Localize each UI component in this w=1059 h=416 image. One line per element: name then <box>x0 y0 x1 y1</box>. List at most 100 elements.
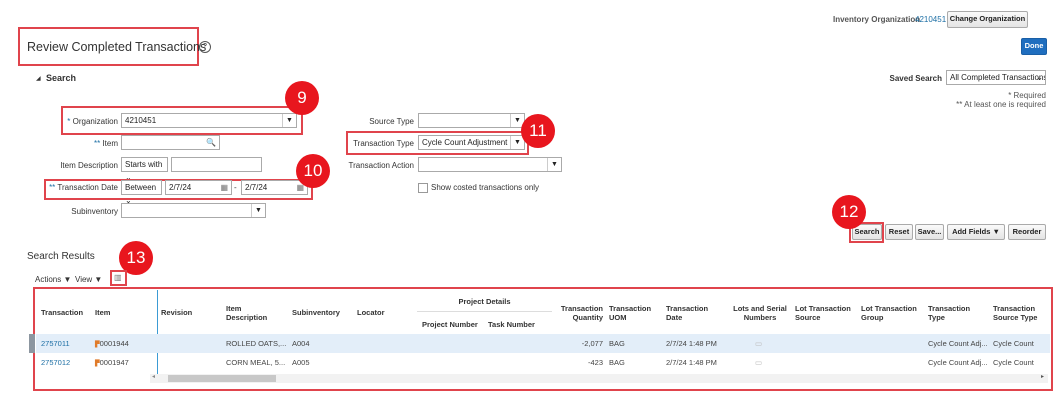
search-results-title: Search Results <box>27 251 95 262</box>
frozen-column-divider <box>157 290 158 374</box>
inventory-org-label: Inventory Organization <box>833 15 921 24</box>
search-section-title: Search <box>46 73 77 83</box>
callout-badge-9: 9 <box>285 81 319 115</box>
costed-checkbox[interactable] <box>418 183 428 193</box>
reorder-button[interactable]: Reorder <box>1008 224 1046 240</box>
scroll-left-icon[interactable]: ◂ <box>152 373 155 380</box>
item-description-cell: ROLLED OATS,... <box>226 339 287 348</box>
add-fields-button[interactable]: Add Fields ▼ <box>947 224 1005 240</box>
item-label: ** Item <box>93 139 118 148</box>
subinventory-cell: A005 <box>292 358 310 367</box>
calendar-icon[interactable]: ▦ <box>220 181 228 194</box>
transaction-link[interactable]: 2757011 <box>41 339 70 348</box>
item-description-cell: CORN MEAL, 5... <box>226 358 286 367</box>
subinventory-select[interactable]: ▼ <box>121 203 266 218</box>
group-divider <box>417 311 552 312</box>
costed-label: Show costed transactions only <box>431 183 540 192</box>
item-cell: ▛0001947 <box>95 358 129 367</box>
saved-search-value: All Completed Transactions <box>950 73 1046 82</box>
col-uom[interactable]: Transaction UOM <box>609 304 659 322</box>
saved-search-select[interactable]: All Completed Transactions ⌄ <box>946 70 1046 85</box>
saved-search-label: Saved Search <box>889 74 942 83</box>
dropdown-icon: ▼ <box>547 158 561 171</box>
save-button[interactable]: Save... <box>915 224 944 240</box>
transaction-action-select[interactable]: ▼ <box>418 157 562 172</box>
date-to-input[interactable]: 2/7/24 ▦ <box>241 180 308 195</box>
date-from-value: 2/7/24 <box>169 183 192 192</box>
change-organization-button[interactable]: Change Organization <box>947 11 1028 28</box>
uom-cell: BAG <box>609 339 625 348</box>
date-to-value: 2/7/24 <box>245 183 268 192</box>
row-selector[interactable] <box>29 334 35 353</box>
dropdown-icon: ▼ <box>251 204 265 217</box>
col-group-project-details: Project Details <box>458 297 511 306</box>
col-date[interactable]: Transaction Date <box>666 304 716 322</box>
col-lot-source[interactable]: Lot Transaction Source <box>795 304 857 322</box>
organization-select[interactable]: 4210451 ▼ <box>121 113 297 128</box>
transaction-date-label: ** Transaction Date <box>49 183 118 192</box>
col-project-number[interactable]: Project Number <box>422 320 478 329</box>
source-type-cell: Cycle Count <box>993 358 1034 367</box>
col-source-type[interactable]: Transaction Source Type <box>993 304 1043 322</box>
transaction-type-cell: Cycle Count Adj... <box>928 358 988 367</box>
subinventory-label: Subinventory <box>71 207 118 216</box>
source-type-label: Source Type <box>369 117 414 126</box>
transaction-date-operator[interactable]: Between ⌄ <box>121 180 162 205</box>
at-least-one-note: ** At least one is required <box>956 100 1046 109</box>
col-item-description[interactable]: Item Description <box>226 304 276 322</box>
lots-serials-icon[interactable]: ▭ <box>755 358 762 367</box>
col-revision[interactable]: Revision <box>161 308 192 317</box>
item-input[interactable]: 🔍 <box>121 135 220 150</box>
col-task-number[interactable]: Task Number <box>488 320 535 329</box>
actions-menu[interactable]: Actions ▼ <box>35 275 71 284</box>
col-transaction-type[interactable]: Transaction Type <box>928 304 978 322</box>
chevron-down-icon: ⌄ <box>1036 73 1043 82</box>
item-description-operator[interactable]: Starts with ⌄ <box>121 157 168 182</box>
transaction-link[interactable]: 2757012 <box>41 358 70 367</box>
item-description-input[interactable] <box>171 157 262 172</box>
freeze-columns-icon[interactable]: ▥ <box>114 273 122 282</box>
scrollbar-thumb[interactable] <box>168 375 276 382</box>
col-quantity[interactable]: Transaction Quantity <box>555 304 603 322</box>
horizontal-scrollbar[interactable] <box>150 374 1048 383</box>
source-type-cell: Cycle Count <box>993 339 1034 348</box>
dropdown-icon: ▼ <box>282 114 296 127</box>
callout-badge-10: 10 <box>296 154 330 188</box>
operator-value: Between <box>125 183 157 192</box>
transaction-type-cell: Cycle Count Adj... <box>928 339 988 348</box>
col-lots-serials[interactable]: Lots and Serial Numbers <box>730 304 790 322</box>
required-note: * Required <box>1008 91 1046 100</box>
col-transaction[interactable]: Transaction <box>41 308 83 317</box>
callout-badge-11: 11 <box>521 114 555 148</box>
organization-label: * Organization <box>67 117 118 126</box>
col-subinventory[interactable]: Subinventory <box>292 308 340 317</box>
lots-serials-icon[interactable]: ▭ <box>755 339 762 348</box>
date-cell: 2/7/24 1:48 PM <box>666 358 717 367</box>
organization-value: 4210451 <box>125 116 157 125</box>
scroll-right-icon[interactable]: ▸ <box>1041 373 1044 380</box>
source-type-select[interactable]: ▼ <box>418 113 525 128</box>
transaction-type-value: Cycle Count Adjustment <box>422 138 508 147</box>
done-button[interactable]: Done <box>1021 38 1047 55</box>
quantity-cell: -2,077 <box>581 339 603 348</box>
date-from-input[interactable]: 2/7/24 ▦ <box>165 180 232 195</box>
transaction-action-label: Transaction Action <box>348 161 414 170</box>
transaction-type-label: Transaction Type <box>353 139 414 148</box>
view-menu[interactable]: View ▼ <box>75 275 102 284</box>
help-icon[interactable]: ? <box>199 41 211 53</box>
collapse-icon[interactable]: ◢ <box>36 75 41 82</box>
date-cell: 2/7/24 1:48 PM <box>666 339 717 348</box>
col-locator[interactable]: Locator <box>357 308 385 317</box>
reset-button[interactable]: Reset <box>885 224 913 240</box>
search-icon[interactable]: 🔍 <box>206 136 216 149</box>
operator-value: Starts with <box>125 160 163 169</box>
col-lot-group[interactable]: Lot Transaction Group <box>861 304 923 322</box>
col-item[interactable]: Item <box>95 308 110 317</box>
date-range-dash: - <box>234 183 237 192</box>
add-fields-label: Add Fields <box>952 227 991 236</box>
uom-cell: BAG <box>609 358 625 367</box>
transaction-type-select[interactable]: Cycle Count Adjustment ▼ <box>418 135 525 150</box>
quantity-cell: -423 <box>587 358 603 367</box>
callout-badge-12: 12 <box>832 195 866 229</box>
selected-row-bg <box>36 334 1050 353</box>
